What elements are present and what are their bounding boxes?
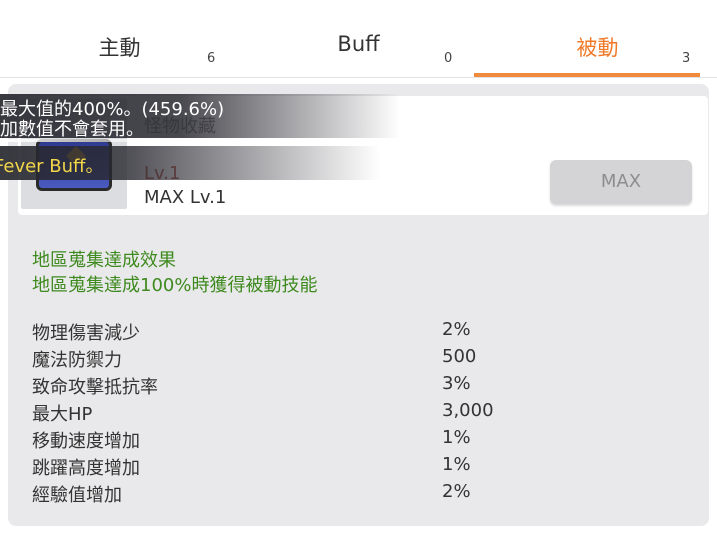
stat-name: 魔法防禦力	[32, 350, 122, 371]
tab-active-skills[interactable]: 主動 6	[0, 0, 239, 78]
stat-value: 2%	[442, 319, 471, 340]
stat-value: 500	[442, 346, 477, 367]
stat-value: 1%	[442, 454, 471, 475]
stat-name: 物理傷害減少	[32, 323, 140, 344]
stat-name: 移動速度增加	[32, 431, 140, 452]
stat-row: 物理傷害減少 2%	[32, 319, 532, 346]
tab-count: 0	[444, 51, 453, 66]
stat-row: 最大HP 3,000	[32, 400, 532, 427]
effect-title: 地區蒐集達成效果	[32, 250, 176, 271]
stat-row: 魔法防禦力 500	[32, 346, 532, 373]
tab-passive[interactable]: 被動 3	[478, 0, 717, 78]
skill-name: 怪物收藏	[144, 116, 216, 137]
stat-row: 致命攻擊抵抗率 3%	[32, 373, 532, 400]
tab-label: Buff	[337, 32, 380, 56]
tab-label: 主動	[98, 36, 141, 60]
tab-bar: 主動 6 Buff 0 被動 3	[0, 0, 717, 78]
skill-level: Lv.1	[144, 163, 181, 184]
stat-name: 經驗值增加	[32, 485, 122, 506]
effect-subtitle: 地區蒐集達成100%時獲得被動技能	[32, 275, 318, 296]
skill-max-level: MAX Lv.1	[144, 187, 227, 208]
stat-value: 1%	[442, 427, 471, 448]
tab-count: 6	[207, 51, 216, 66]
stat-row: 移動速度增加 1%	[32, 427, 532, 454]
tab-divider	[0, 77, 717, 78]
stat-list: 物理傷害減少 2% 魔法防禦力 500 致命攻擊抵抗率 3% 最大HP 3,00…	[32, 319, 532, 508]
tab-buff[interactable]: Buff 0	[239, 0, 478, 78]
stat-value: 3%	[442, 373, 471, 394]
stat-value: 3,000	[442, 400, 494, 421]
stat-name: 最大HP	[32, 404, 93, 425]
stat-row: 經驗值增加 2%	[32, 481, 532, 508]
max-button[interactable]: MAX	[550, 160, 692, 204]
stat-name: 跳躍高度增加	[32, 458, 140, 479]
stat-row: 跳躍高度增加 1%	[32, 454, 532, 481]
monster-collection-icon	[21, 99, 127, 209]
tab-count: 3	[682, 51, 691, 66]
stat-value: 2%	[442, 481, 471, 502]
stat-name: 致命攻擊抵抗率	[32, 377, 158, 398]
